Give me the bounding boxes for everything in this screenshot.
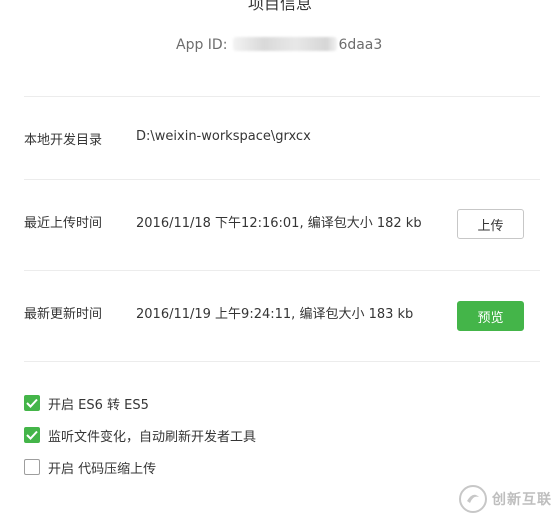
divider (24, 96, 540, 97)
app-id-redacted (233, 37, 338, 51)
divider (24, 179, 540, 180)
app-id-value: 6daa3 (338, 37, 383, 53)
option-es6-to-es5[interactable]: 开启 ES6 转 ES5 (24, 395, 149, 413)
logo-icon (459, 485, 487, 513)
option-label: 监听文件变化，自动刷新开发者工具 (48, 429, 257, 445)
checkbox-es6-to-es5[interactable] (24, 395, 40, 411)
watermark-text: 创新互联 (492, 492, 552, 508)
page-title: 项目信息 (247, 0, 312, 13)
option-label: 开启 代码压缩上传 (48, 461, 157, 477)
local-dir-label: 本地开发目录 (24, 133, 103, 148)
local-dir-value: D:\weixin-workspace\grxcx (136, 129, 311, 144)
watermark-logo: 创新互联 (458, 479, 560, 519)
option-watch-files[interactable]: 监听文件变化，自动刷新开发者工具 (24, 427, 257, 445)
upload-button[interactable]: 上传 (457, 209, 524, 239)
last-upload-value: 2016/11/18 下午12:16:01, 编译包大小 182 kb (136, 216, 422, 231)
checkbox-watch-files[interactable] (24, 427, 40, 443)
divider (24, 270, 540, 271)
last-upload-label: 最近上传时间 (24, 216, 103, 231)
last-update-value: 2016/11/19 上午9:24:11, 编译包大小 183 kb (136, 307, 414, 322)
option-label: 开启 ES6 转 ES5 (48, 397, 149, 413)
last-update-label: 最新更新时间 (24, 307, 103, 322)
option-minify-upload[interactable]: 开启 代码压缩上传 (24, 459, 157, 477)
preview-button[interactable]: 预览 (457, 301, 524, 331)
check-icon (26, 398, 38, 408)
divider (24, 361, 540, 362)
app-id: App ID: 6daa3 (176, 37, 382, 53)
check-icon (26, 430, 38, 440)
checkbox-minify-upload[interactable] (24, 459, 40, 475)
app-id-label: App ID: (176, 37, 228, 53)
